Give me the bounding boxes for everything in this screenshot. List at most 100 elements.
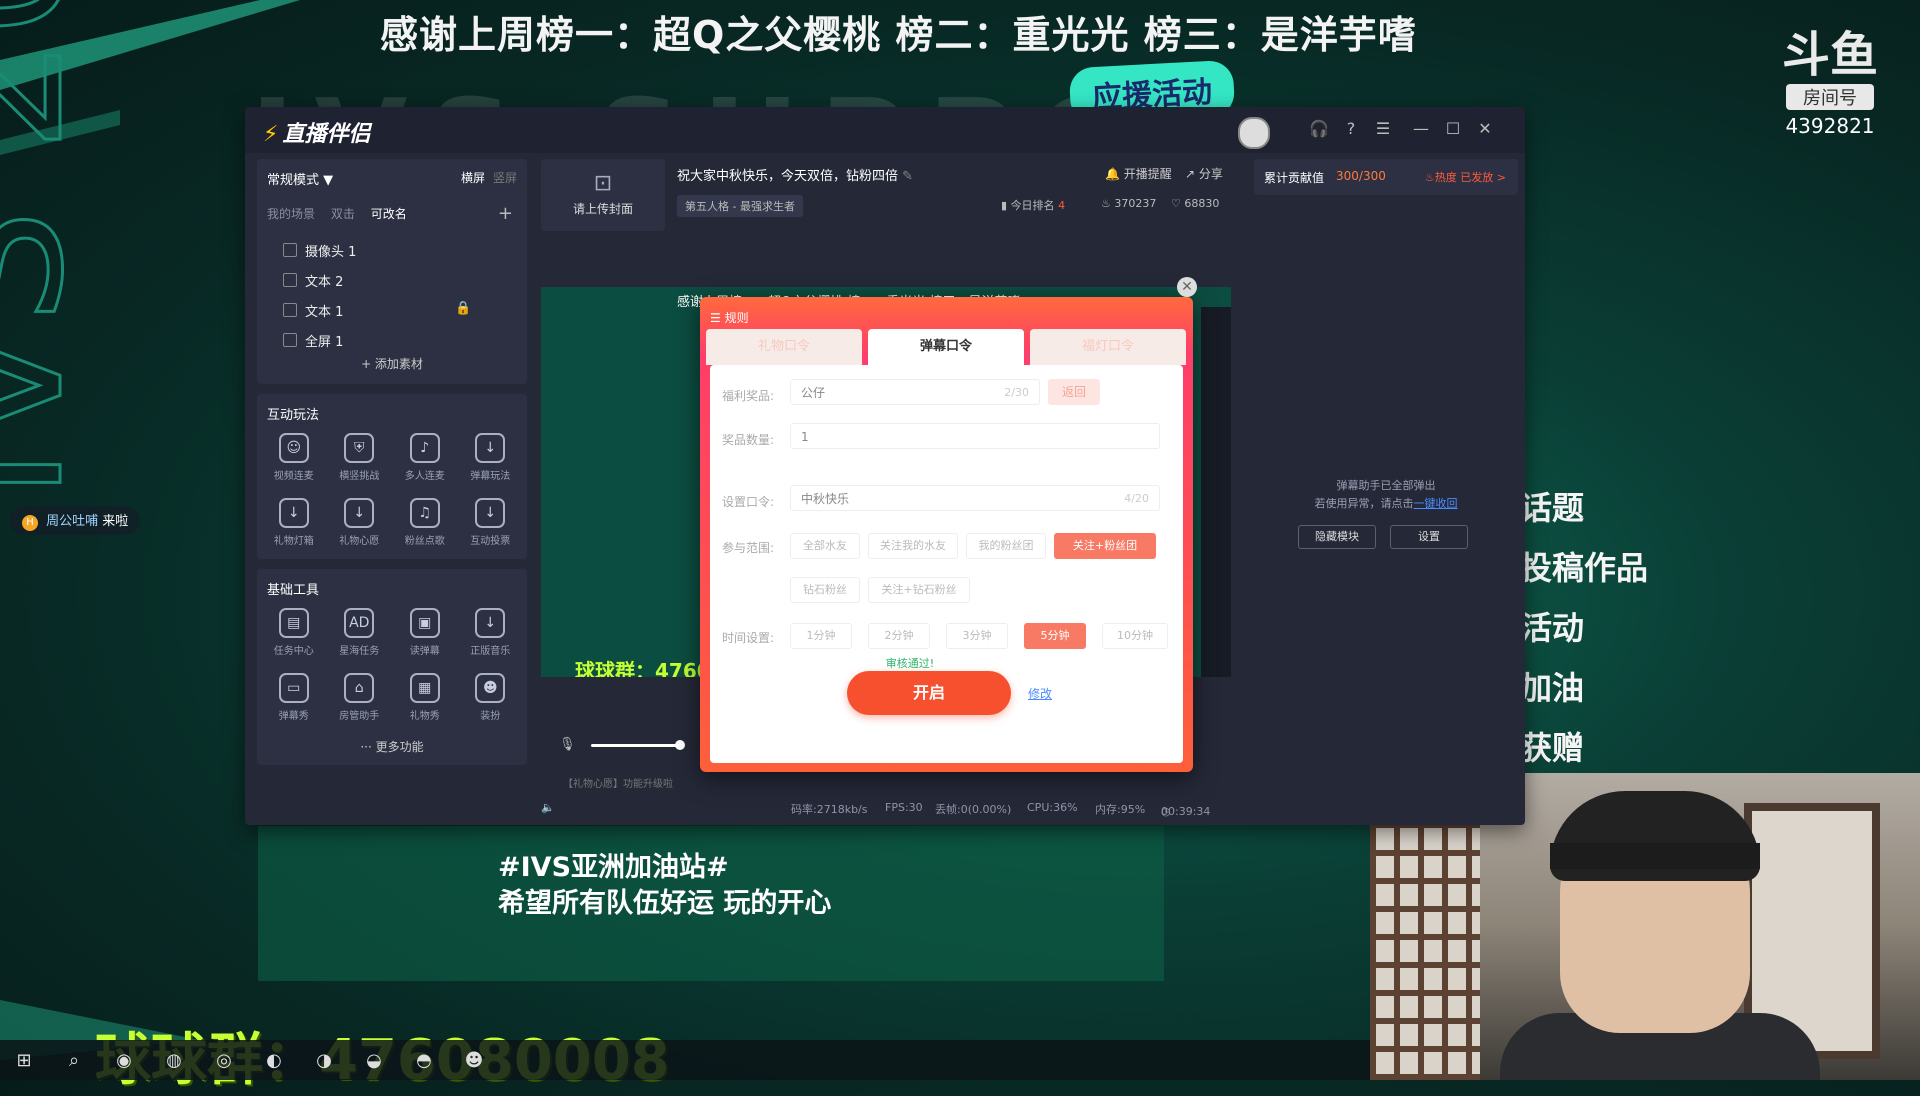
tool-video-link[interactable]: ☺ 视频连麦 [261,433,327,482]
source-camera[interactable]: 摄像头 1 [283,241,356,260]
tool-gift-lightbox[interactable]: ↓ 礼物灯箱 [261,498,327,547]
left-panel: 常规模式 ▼ 横屏 竖屏 我的场景 双击 可改名 + 摄像头 1 文本 2 文本… [257,159,527,765]
taskbar-app-icon[interactable]: ◍ [162,1048,186,1072]
user-avatar[interactable] [1238,117,1270,149]
slider-knob[interactable] [675,740,685,750]
menu-icon[interactable]: ☰ [1371,117,1395,141]
tool-song-request[interactable]: ♫ 粉丝点歌 [392,498,458,547]
settings-button[interactable]: 设置 [1390,525,1468,549]
image-upload-icon: ⊡ [593,171,613,196]
tool-music[interactable]: ↓ 正版音乐 [458,608,524,657]
tool-dressup[interactable]: ☻ 装扮 [458,673,524,722]
more-features-button[interactable]: ··· 更多功能 [257,734,527,765]
tab-danmu-command[interactable]: 弹幕口令 [868,329,1024,365]
lock-icon[interactable]: 🔒 [455,301,471,316]
notify-button[interactable]: 🔔 开播提醒 [1105,165,1172,182]
source-fullscreen[interactable]: 全屏 1 [283,331,343,350]
stream-category[interactable]: 第五人格 - 最强求生者 [677,195,803,217]
command-input[interactable]: 中秋快乐 4/20 [790,485,1160,511]
scene-tabs: 我的场景 双击 可改名 [267,205,419,222]
portrait-toggle[interactable]: 竖屏 [493,169,517,186]
tool-room-admin[interactable]: ⌂ 房管助手 [327,673,393,722]
tool-multi-link[interactable]: ♪ 多人连麦 [392,433,458,482]
section-title-basic: 基础工具 [267,583,320,598]
taskbar-app-icon[interactable]: ☻ [462,1048,486,1072]
add-source-button[interactable]: + 添加素材 [257,355,527,372]
hide-module-button[interactable]: 隐藏模块 [1298,525,1376,549]
add-scene-icon[interactable]: + [498,203,513,224]
taskbar-app-icon[interactable]: ◐ [262,1048,286,1072]
taskbar-app-icon[interactable]: ◎ [212,1048,236,1072]
tab-gift-command[interactable]: 礼物口令 [706,329,862,365]
time-2min[interactable]: 2分钟 [868,623,930,649]
stream-title[interactable]: 祝大家中秋快乐，今天双倍，钻粉四倍 ✎ [677,165,913,184]
tool-read-danmu[interactable]: ▣ 读弹幕 [392,608,458,657]
download-icon: ↓ [475,608,506,638]
tool-danmu-play[interactable]: ↓ 弹幕玩法 [458,433,524,482]
tool-danmu-show[interactable]: ▭ 弹幕秀 [261,673,327,722]
mic-volume-slider[interactable] [591,740,685,750]
recall-link[interactable]: 一键收回 [1414,497,1458,510]
speaker-icon[interactable]: 🔈 [541,801,555,814]
rank-icon: ▮ [1001,199,1008,212]
edit-link[interactable]: 修改 [1028,685,1052,702]
tool-gift-show[interactable]: ▦ 礼物秀 [392,673,458,722]
tool-task-center[interactable]: ▤ 任务中心 [261,608,327,657]
time-5min[interactable]: 5分钟 [1024,623,1086,649]
source-text-2[interactable]: 文本 2 [283,271,343,290]
prize-input[interactable]: 公仔 2/30 [790,379,1040,405]
room-number: 4392821 [1785,114,1875,138]
edit-icon[interactable]: ✎ [902,169,913,184]
tool-gift-wish[interactable]: ↓ 礼物心愿 [327,498,393,547]
microphone-icon[interactable]: 🎙 [559,737,576,752]
tab-double-click[interactable]: 双击 [331,207,355,221]
taskbar-app-icon[interactable]: ◓ [412,1048,436,1072]
scope-diamond[interactable]: 钻石粉丝 [790,577,860,603]
scope-follow-diamond[interactable]: 关注+钻石粉丝 [868,577,970,603]
caret-down-icon: ▼ [323,173,334,188]
upload-cover-button[interactable]: ⊡ 请上传封面 [541,159,665,231]
qty-label: 奖品数量: [722,433,775,447]
start-button[interactable]: 开启 [847,671,1011,715]
contrib-tags: ♨热度 已发放 > [1424,171,1506,184]
quantity-input[interactable]: 1 [790,423,1160,449]
scope-fan-club[interactable]: 我的粉丝团 [966,533,1046,559]
dialog-close-icon[interactable]: ✕ [1177,277,1197,297]
tool-challenge[interactable]: ⛨ 横竖挑战 [327,433,393,482]
tool-star-task[interactable]: AD 星海任务 [327,608,393,657]
time-3min[interactable]: 3分钟 [946,623,1008,649]
tab-renamable[interactable]: 可改名 [371,207,407,221]
contribution-bar[interactable]: 累计贡献值 300/300 ♨热度 已发放 > [1254,159,1518,195]
landscape-toggle[interactable]: 横屏 [461,169,485,186]
tool-vote[interactable]: ↓ 互动投票 [458,498,524,547]
mode-dropdown[interactable]: 常规模式 ▼ [267,169,333,188]
time-1min[interactable]: 1分钟 [790,623,852,649]
maximize-icon[interactable]: ☐ [1441,117,1465,141]
time-10min[interactable]: 10分钟 [1102,623,1168,649]
close-icon[interactable]: ✕ [1473,117,1497,141]
text-icon [283,273,297,287]
taskbar-app-icon[interactable]: ◑ [312,1048,336,1072]
back-button[interactable]: 返回 [1048,379,1100,405]
share-icon: ↗ [1185,167,1196,181]
scope-follow-fan-club[interactable]: 关注+粉丝团 [1054,533,1156,559]
download-icon: ↓ [475,433,506,463]
scope-all[interactable]: 全部水友 [790,533,860,559]
windows-start-icon[interactable]: ⊞ [12,1048,36,1072]
search-icon[interactable]: ⌕ [62,1048,86,1072]
user-level-icon: H [22,515,38,531]
headset-icon[interactable]: 🎧 [1307,117,1331,141]
share-button[interactable]: ↗ 分享 [1185,165,1223,182]
help-icon[interactable]: ? [1339,117,1363,141]
taskbar-app-icon[interactable]: ◒ [362,1048,386,1072]
status-bar: 🔈 码率:2718kb/s FPS:30 丢帧:0(0.00%) CPU:36%… [541,801,1211,818]
rules-label[interactable]: ☰ 规则 [710,309,749,326]
source-text-1[interactable]: 文本 1 🔒 [283,301,471,320]
tab-lamp-command[interactable]: 福灯口令 [1030,329,1186,365]
scope-followers[interactable]: 关注我的水友 [868,533,958,559]
taskbar-app-icon[interactable]: ◉ [112,1048,136,1072]
minimize-icon[interactable]: — [1409,117,1433,141]
chat-action: 来啦 [102,514,129,529]
list-icon: ☰ [710,311,721,325]
tab-my-scenes[interactable]: 我的场景 [267,207,315,221]
